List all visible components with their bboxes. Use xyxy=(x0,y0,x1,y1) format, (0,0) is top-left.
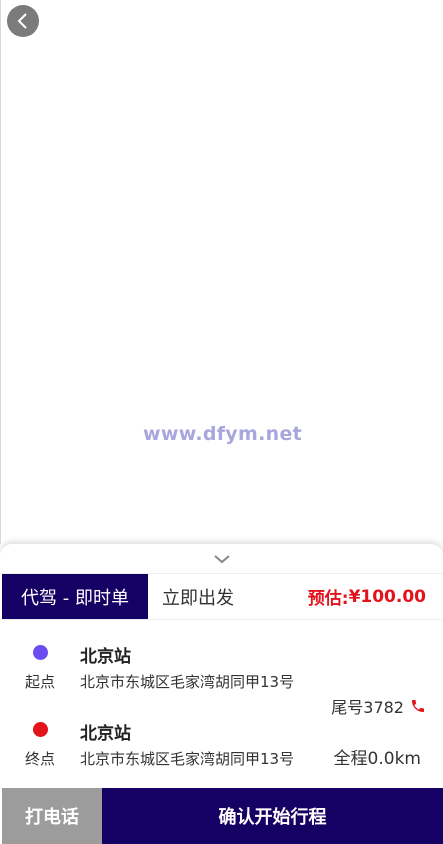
call-button[interactable]: 打电话 xyxy=(2,788,102,844)
estimate-price: 预估: ¥100.00 xyxy=(308,574,426,619)
end-dot xyxy=(33,722,48,737)
start-tag: 起点 xyxy=(25,673,56,691)
chevron-left-icon xyxy=(17,13,27,29)
order-type-badge: 代驾 - 即时单 xyxy=(2,574,148,619)
tail-number-text: 尾号3782 xyxy=(331,698,404,717)
order-panel: 代驾 - 即时单 立即出发 预估: ¥100.00 起点 北京站 北京市东城区毛… xyxy=(0,544,443,844)
phone-icon[interactable] xyxy=(410,698,426,714)
start-name: 北京站 xyxy=(80,647,131,667)
estimate-amount: ¥100.00 xyxy=(348,586,426,607)
depart-label: 立即出发 xyxy=(162,587,234,609)
start-dot xyxy=(33,645,48,660)
distance-text: 全程0.0km xyxy=(333,749,421,769)
end-tag: 终点 xyxy=(25,750,56,768)
end-address: 北京市东城区毛家湾胡同甲13号 xyxy=(80,750,295,768)
tail-number[interactable]: 尾号3782 xyxy=(331,694,426,718)
order-bar: 代驾 - 即时单 立即出发 预估: ¥100.00 xyxy=(0,573,443,620)
confirm-start-button[interactable]: 确认开始行程 xyxy=(102,788,443,844)
back-button[interactable] xyxy=(7,5,39,37)
watermark: www.dfym.net xyxy=(142,423,303,445)
end-name: 北京站 xyxy=(80,724,131,744)
collapse-toggle[interactable] xyxy=(210,552,234,566)
estimate-label: 预估: xyxy=(307,589,349,609)
start-address: 北京市东城区毛家湾胡同甲13号 xyxy=(80,673,295,691)
chevron-down-icon xyxy=(214,555,230,564)
map-area[interactable]: www.dfym.net xyxy=(0,0,443,544)
